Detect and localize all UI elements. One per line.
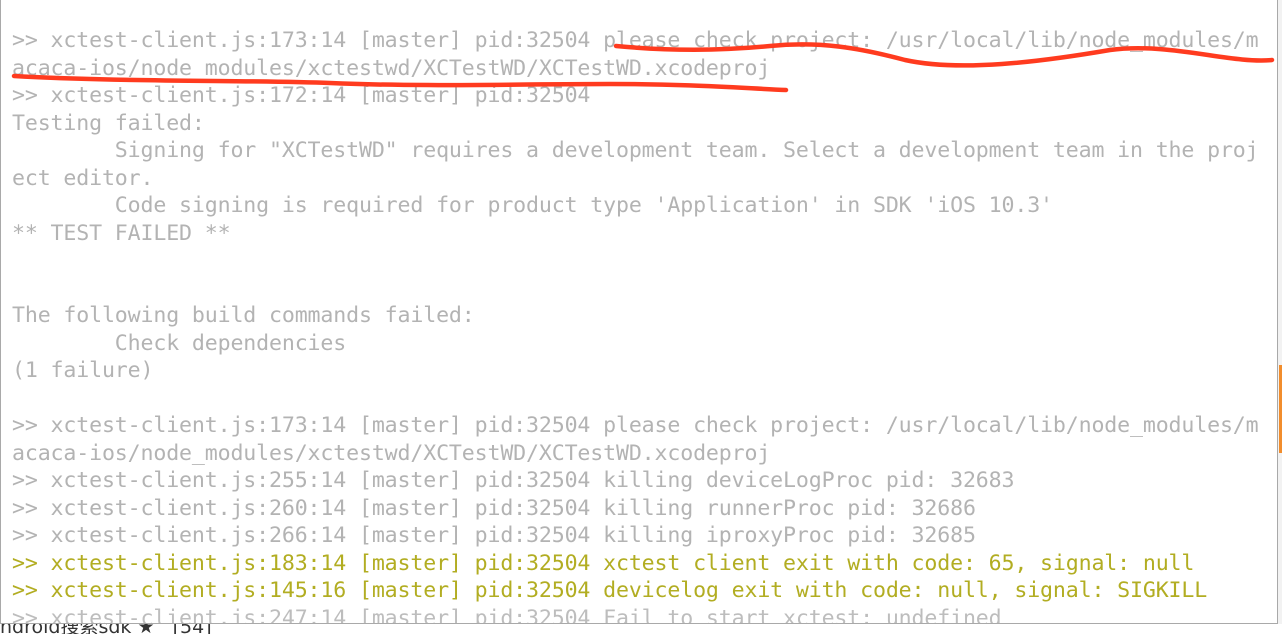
red-underline-annotation (11, 42, 1275, 93)
annotation-stroke-upper (613, 42, 1275, 68)
annotation-stroke-lower (11, 73, 789, 93)
